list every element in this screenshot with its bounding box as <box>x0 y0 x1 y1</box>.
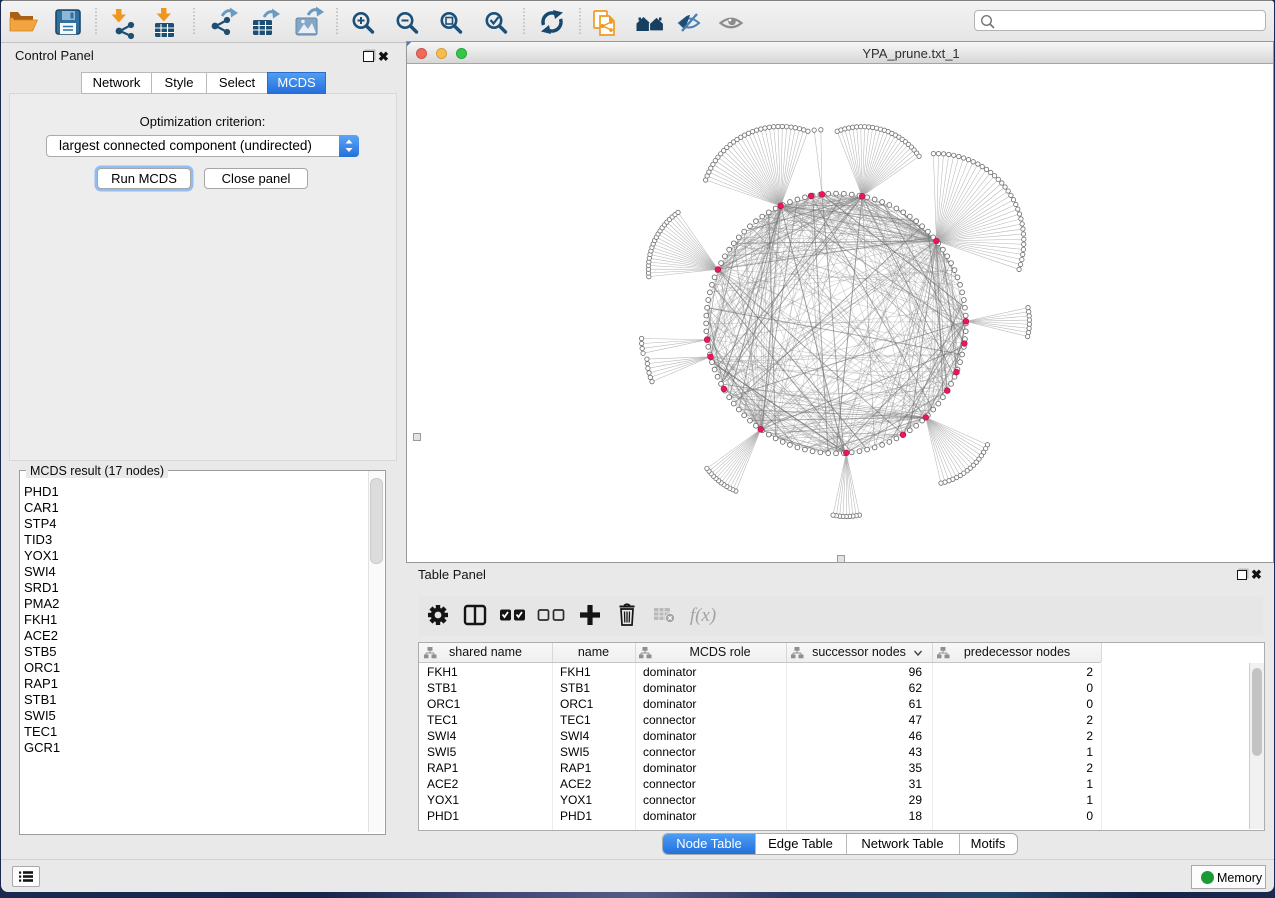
svg-text:f(x): f(x) <box>690 605 716 626</box>
